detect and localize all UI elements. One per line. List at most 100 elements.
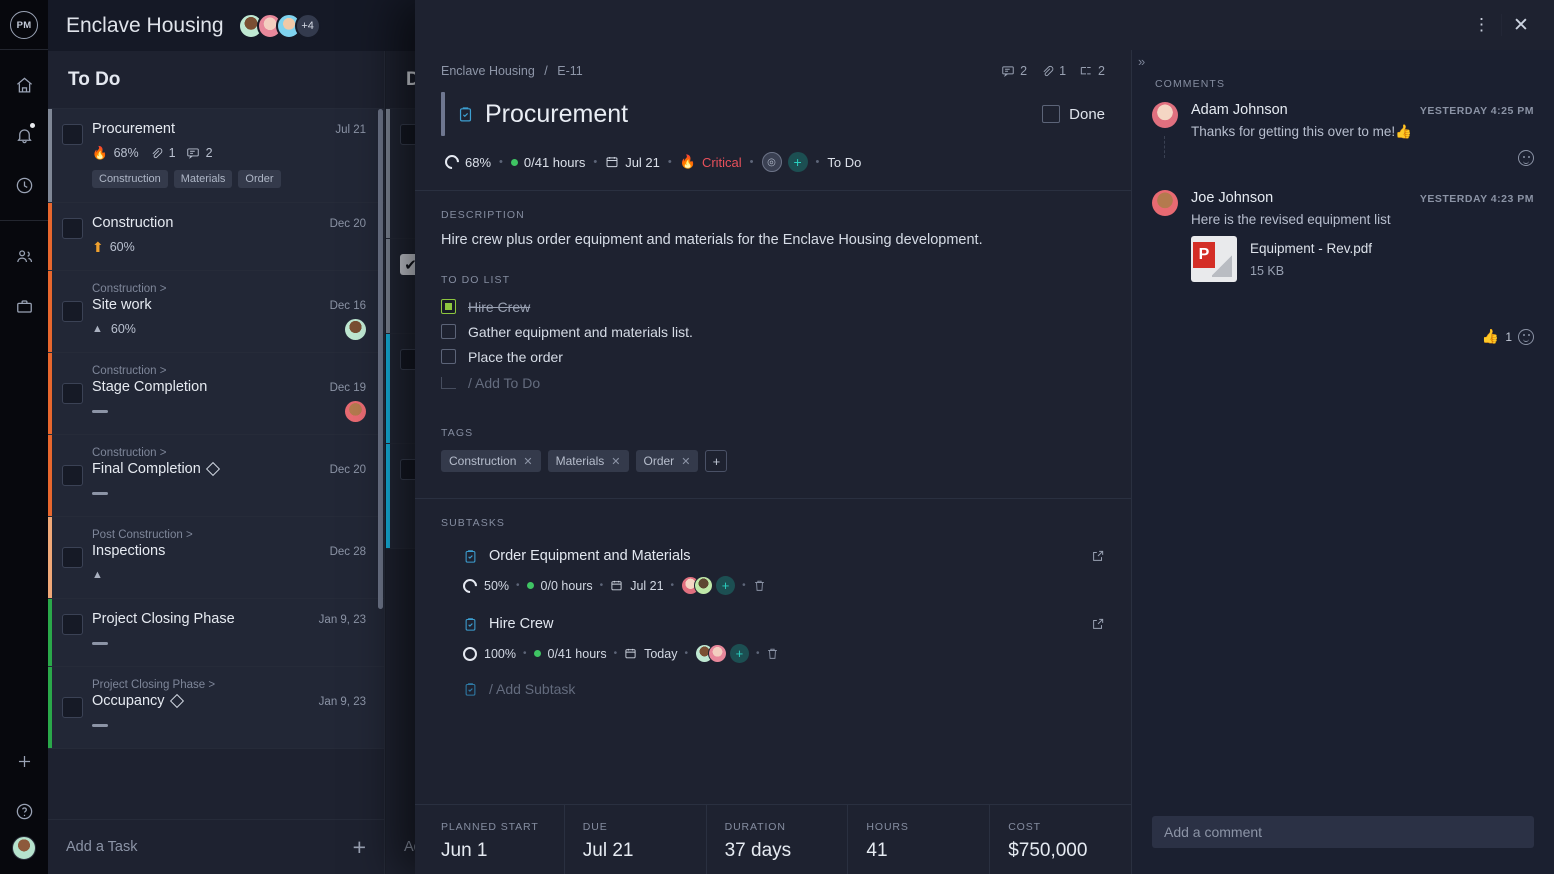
tag-chip[interactable]: Materials ✕ — [547, 450, 629, 472]
delete-subtask-icon[interactable] — [753, 579, 766, 592]
done-toggle[interactable]: Done — [1042, 105, 1105, 123]
subtask-title[interactable]: Order Equipment and Materials — [489, 548, 1080, 564]
task-list-scrollbar[interactable] — [378, 109, 383, 609]
task-title[interactable]: Procurement — [485, 100, 1042, 129]
member-avatar-group[interactable]: +4 — [237, 12, 321, 39]
more-options-icon[interactable]: ⋮ — [1467, 10, 1497, 40]
open-external-icon[interactable] — [1091, 617, 1105, 631]
field-due[interactable]: DUE Jul 21 — [565, 805, 707, 874]
task-checkbox[interactable] — [62, 124, 83, 145]
list-item[interactable]: Hire Crew 100% • 0/41 hours • Today • + … — [441, 609, 1105, 677]
assignee-placeholder-icon[interactable]: ◎ — [761, 152, 782, 172]
add-button[interactable] — [0, 736, 48, 786]
comment-count-group[interactable]: 2 — [1001, 64, 1027, 78]
table-row[interactable]: Construction > Stage Completion Dec 19 — [48, 353, 384, 435]
field-cost[interactable]: COST $750,000 — [990, 805, 1131, 874]
field-hours[interactable]: HOURS 41 — [848, 805, 991, 874]
table-row[interactable]: Construction > Final Completion Dec 20 — [48, 435, 384, 517]
avatar[interactable] — [1152, 102, 1178, 128]
remove-tag-icon[interactable]: ✕ — [681, 455, 690, 468]
task-checkbox[interactable] — [62, 218, 83, 239]
task-checkbox[interactable] — [62, 614, 83, 635]
priority-field[interactable]: 🔥 Critical — [680, 154, 742, 170]
comment-input[interactable]: Add a comment — [1152, 816, 1534, 848]
sidebar-item-people[interactable] — [0, 231, 48, 281]
list-item[interactable]: Order Equipment and Materials 50% • 0/0 … — [441, 541, 1105, 609]
hours-field[interactable]: 0/41 hours — [510, 155, 585, 170]
avatar[interactable] — [707, 644, 727, 663]
list-item[interactable]: Gather equipment and materials list. — [415, 319, 1131, 344]
task-checkbox[interactable] — [62, 697, 83, 718]
comment-attachment[interactable]: P Equipment - Rev.pdf 15 KB — [1191, 236, 1534, 282]
status-field[interactable]: To Do — [827, 155, 861, 170]
add-task-button[interactable]: Add a Task + — [48, 819, 384, 874]
add-assignee-button[interactable]: + — [729, 644, 749, 663]
collapse-panel-icon[interactable]: » — [1138, 54, 1145, 69]
close-icon[interactable]: ✕ — [1506, 10, 1536, 40]
subtask-assignees[interactable]: + — [681, 576, 736, 595]
description-text[interactable]: Hire crew plus order equipment and mater… — [415, 221, 1131, 248]
progress-field[interactable]: 68% — [442, 152, 491, 172]
add-subtask-row[interactable]: / Add Subtask — [441, 677, 1105, 697]
avatar[interactable] — [1152, 190, 1178, 216]
add-todo-row[interactable]: / Add To Do — [415, 369, 1131, 397]
table-row[interactable]: Project Closing Phase > Occupancy Jan 9,… — [48, 667, 384, 749]
add-assignee-button[interactable]: + — [787, 152, 808, 172]
tag-chip[interactable]: Order ✕ — [635, 450, 699, 472]
task-checkbox[interactable] — [62, 465, 83, 486]
help-button[interactable] — [0, 786, 48, 836]
sidebar-item-home[interactable] — [0, 60, 48, 110]
remove-tag-icon[interactable]: ✕ — [523, 455, 532, 468]
list-item[interactable]: Hire Crew — [415, 294, 1131, 319]
field-planned-start[interactable]: PLANNED START Jun 1 — [415, 805, 565, 874]
add-tag-button[interactable]: + — [705, 450, 728, 472]
table-row[interactable]: Post Construction > Inspections Dec 28 ▲ — [48, 517, 384, 599]
subtask-assignees[interactable]: + — [694, 644, 749, 663]
sidebar-item-portfolio[interactable] — [0, 281, 48, 331]
task-checkbox[interactable] — [62, 547, 83, 568]
tag-chip[interactable]: Construction ✕ — [441, 450, 541, 472]
add-reaction-icon[interactable] — [1518, 150, 1534, 166]
avatar[interactable] — [345, 318, 366, 340]
add-assignee-button[interactable]: + — [716, 576, 736, 595]
avatar[interactable] — [694, 576, 714, 595]
task-checkbox[interactable] — [62, 301, 83, 322]
comment-count: 2 — [205, 146, 213, 160]
thumbs-up-icon[interactable]: 👍 — [1482, 328, 1499, 345]
task-list[interactable]: Procurement Jul 21 🔥 68% 1 2 Constructio… — [48, 109, 384, 819]
breadcrumb-project[interactable]: Enclave Housing — [441, 64, 535, 78]
todo-checkbox[interactable] — [441, 349, 456, 364]
sidebar-item-recent[interactable] — [0, 160, 48, 210]
table-row[interactable]: Construction > Site work Dec 16 ▲ 60% — [48, 271, 384, 353]
list-item[interactable]: Place the order — [415, 344, 1131, 369]
comment-reactions[interactable]: 👍 1 — [1191, 328, 1534, 345]
delete-subtask-icon[interactable] — [766, 647, 779, 660]
add-reaction-icon[interactable] — [1518, 328, 1534, 345]
avatar[interactable] — [345, 400, 366, 422]
table-row[interactable]: Construction Dec 20 ⬆ 60% — [48, 203, 384, 271]
todo-checkbox[interactable] — [441, 299, 456, 314]
date-field[interactable]: Jul 21 — [605, 155, 660, 170]
done-checkbox[interactable] — [1042, 105, 1061, 123]
subtask-count-group[interactable]: 2 — [1079, 64, 1105, 78]
avatar-overflow-badge[interactable]: +4 — [294, 12, 321, 39]
attachment-count-group[interactable]: 1 — [1040, 64, 1066, 78]
rail-divider-mid — [0, 220, 48, 221]
user-avatar[interactable] — [12, 836, 36, 860]
table-row[interactable]: Project Closing Phase Jan 9, 23 — [48, 599, 384, 667]
comment-reactions[interactable] — [1191, 150, 1534, 166]
field-duration[interactable]: DURATION 37 days — [707, 805, 849, 874]
sidebar-item-notifications[interactable] — [0, 110, 48, 160]
open-external-icon[interactable] — [1091, 549, 1105, 563]
modal-main-pane: Enclave Housing / E-11 2 1 2 Procurement… — [415, 50, 1131, 874]
app-logo[interactable]: PM — [10, 11, 38, 39]
task-checkbox[interactable] — [62, 383, 83, 404]
attachment-name[interactable]: Equipment - Rev.pdf — [1250, 241, 1372, 256]
breadcrumb-code[interactable]: E-11 — [557, 64, 582, 78]
table-row[interactable]: Procurement Jul 21 🔥 68% 1 2 Constructio… — [48, 109, 384, 203]
subtask-title[interactable]: Hire Crew — [489, 616, 1080, 632]
todo-checkbox[interactable] — [441, 324, 456, 339]
remove-tag-icon[interactable]: ✕ — [611, 455, 620, 468]
left-icon-rail: PM — [0, 0, 48, 874]
assignee-field[interactable]: ◎ + — [761, 152, 808, 172]
